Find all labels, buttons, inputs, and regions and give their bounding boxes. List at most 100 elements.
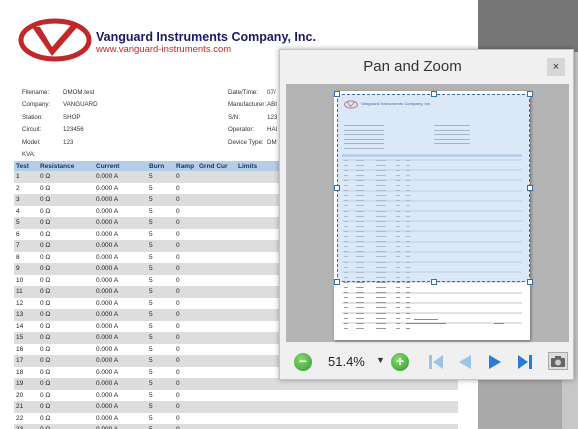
- info-value: DM: [267, 138, 277, 146]
- table-cell: 0: [176, 288, 180, 296]
- table-cell: 0 Ω: [40, 403, 51, 411]
- thumbnail-cell: [396, 302, 400, 304]
- resize-handle-w[interactable]: [334, 185, 340, 191]
- info-label: Device Type:: [228, 138, 264, 146]
- table-cell: 5: [149, 288, 153, 296]
- table-cell: 20: [16, 391, 24, 399]
- zoom-dropdown-icon[interactable]: ▼: [376, 355, 385, 365]
- thumbnail-cell: [344, 287, 348, 288]
- table-cell: 5: [149, 380, 153, 388]
- thumbnail-cell: [406, 297, 410, 299]
- table-cell: 5: [149, 207, 153, 215]
- table-cell: 0: [176, 230, 180, 238]
- zoom-out-button[interactable]: −: [294, 353, 312, 371]
- column-header: Resistance: [40, 162, 75, 170]
- close-button[interactable]: ×: [547, 58, 565, 76]
- thumbnail-cell: [376, 317, 386, 319]
- column-header: Limits: [238, 162, 258, 170]
- table-cell: 0: [176, 184, 180, 192]
- thumbnail-cell: [344, 292, 348, 294]
- thumbnail-cell: [356, 312, 364, 314]
- thumbnail-cell: [406, 281, 410, 283]
- table-cell: 5: [149, 299, 153, 307]
- info-row: Station: SHOP: [22, 112, 98, 124]
- first-page-icon[interactable]: [427, 353, 445, 371]
- previous-page-icon[interactable]: [456, 353, 474, 371]
- column-header: Ramp: [176, 162, 195, 170]
- table-cell: 0 Ω: [40, 368, 51, 376]
- resize-handle-n[interactable]: [431, 91, 437, 97]
- zoom-level: 51.4%: [328, 354, 365, 369]
- table-cell: 0: [176, 276, 180, 284]
- last-page-icon[interactable]: [516, 353, 534, 371]
- resize-handle-nw[interactable]: [334, 91, 340, 97]
- table-cell: 5: [149, 242, 153, 250]
- pan-zoom-canvas[interactable]: Vanguard Instruments Company, Inc.: [286, 84, 569, 342]
- info-label: Filename:: [22, 89, 50, 96]
- next-page-icon[interactable]: [486, 353, 504, 371]
- thumbnail-cell: [356, 322, 364, 324]
- thumbnail-cell: [376, 312, 386, 314]
- resize-handle-ne[interactable]: [527, 91, 533, 97]
- resize-handle-se[interactable]: [527, 279, 533, 285]
- column-header: Test: [16, 162, 29, 170]
- table-cell: 0.000 A: [96, 380, 119, 388]
- thumbnail-cell: [376, 297, 386, 299]
- table-cell: 5: [149, 391, 153, 399]
- info-label: Model:: [22, 138, 41, 146]
- table-cell: 0: [176, 368, 180, 376]
- info-row: Filename: DMOM.test: [22, 87, 98, 99]
- thumbnail-cell: [396, 281, 400, 283]
- table-cell: 5: [149, 253, 153, 261]
- info-label: S/N:: [228, 113, 241, 121]
- thumbnail-cell: [396, 322, 400, 324]
- table-cell: 7: [16, 242, 20, 250]
- table-cell: 0.000 A: [96, 322, 119, 330]
- info-row: Device Type: DM: [228, 137, 277, 149]
- thumbnail-cell: [356, 327, 364, 329]
- table-cell: 4: [16, 207, 20, 215]
- resize-handle-s[interactable]: [431, 279, 437, 285]
- table-row: 230 Ω0.000 A50: [14, 424, 458, 429]
- table-cell: 0 Ω: [40, 414, 51, 422]
- camera-icon[interactable]: [548, 352, 568, 370]
- table-cell: 0 Ω: [40, 322, 51, 330]
- table-cell: 0.000 A: [96, 253, 119, 261]
- table-cell: 0.000 A: [96, 276, 119, 284]
- company-name: Vanguard Instruments Company, Inc.: [96, 30, 316, 44]
- table-cell: 0.000 A: [96, 357, 119, 365]
- thumbnail-footer-line: [494, 323, 504, 324]
- table-cell: 5: [149, 196, 153, 204]
- table-cell: 0 Ω: [40, 265, 51, 273]
- table-cell: 0: [176, 345, 180, 353]
- table-cell: 0 Ω: [40, 207, 51, 215]
- table-cell: 0: [176, 265, 180, 273]
- table-cell: 2: [16, 184, 20, 192]
- table-cell: 0: [176, 403, 180, 411]
- thumbnail-row: [342, 312, 522, 314]
- table-cell: 5: [149, 219, 153, 227]
- table-cell: 5: [149, 322, 153, 330]
- table-cell: 19: [16, 380, 24, 388]
- zoom-in-button[interactable]: +: [391, 353, 409, 371]
- thumbnail-cell: [356, 287, 364, 288]
- pan-zoom-toolbar: − 51.4% ▼ +: [280, 346, 573, 380]
- pan-zoom-window: Pan and Zoom × Vanguard Instruments Comp…: [279, 49, 574, 380]
- info-label: KVA:: [22, 151, 36, 159]
- thumbnail-cell: [356, 281, 364, 283]
- table-cell: 0.000 A: [96, 391, 119, 399]
- viewport-selection[interactable]: [334, 91, 533, 285]
- resize-handle-sw[interactable]: [334, 279, 340, 285]
- info-label: Company:: [22, 101, 51, 109]
- table-cell: 17: [16, 357, 24, 365]
- thumbnail-footer-line: [406, 323, 446, 324]
- table-cell: 5: [149, 403, 153, 411]
- table-cell: 5: [149, 414, 153, 422]
- info-value: VANGUARD: [63, 101, 98, 109]
- table-cell: 0: [176, 207, 180, 215]
- thumbnail-cell: [406, 287, 410, 288]
- info-value: 123: [267, 113, 278, 121]
- resize-handle-e[interactable]: [527, 185, 533, 191]
- table-cell: 0: [176, 219, 180, 227]
- table-cell: 5: [149, 184, 153, 192]
